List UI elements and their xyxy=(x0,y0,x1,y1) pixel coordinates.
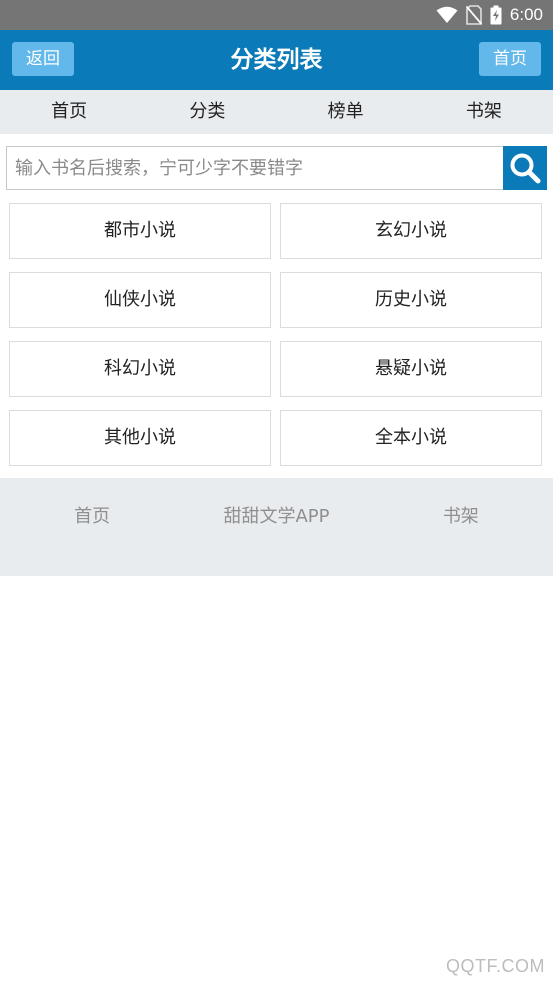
footer-links: 首页 甜甜文学APP 书架 xyxy=(0,502,553,532)
footer: 首页 甜甜文学APP 书架 xyxy=(0,478,553,576)
category-urban[interactable]: 都市小说 xyxy=(9,203,271,259)
no-sim-icon xyxy=(465,5,482,25)
category-complete[interactable]: 全本小说 xyxy=(280,410,542,466)
search-input[interactable] xyxy=(6,146,503,190)
category-mystery[interactable]: 悬疑小说 xyxy=(280,341,542,397)
footer-link-home[interactable]: 首页 xyxy=(0,502,184,532)
app-header: 返回 分类列表 首页 xyxy=(0,30,553,90)
status-time: 6:00 xyxy=(509,5,543,24)
wifi-icon xyxy=(436,6,458,23)
page-title: 分类列表 xyxy=(230,47,323,73)
nav-item-home[interactable]: 首页 xyxy=(0,90,138,134)
category-other[interactable]: 其他小说 xyxy=(9,410,271,466)
nav-item-bookshelf[interactable]: 书架 xyxy=(415,90,553,134)
nav-item-category[interactable]: 分类 xyxy=(138,90,276,134)
status-icons: 6:00 xyxy=(436,4,543,26)
search-bar xyxy=(6,146,547,190)
top-nav: 首页 分类 榜单 书架 xyxy=(0,90,553,134)
category-xianxia[interactable]: 仙侠小说 xyxy=(9,272,271,328)
search-button[interactable] xyxy=(503,146,547,190)
category-history[interactable]: 历史小说 xyxy=(280,272,542,328)
search-icon xyxy=(510,153,541,184)
status-bar: 6:00 xyxy=(0,0,553,30)
category-scifi[interactable]: 科幻小说 xyxy=(9,341,271,397)
category-fantasy[interactable]: 玄幻小说 xyxy=(280,203,542,259)
watermark: QQTF.COM xyxy=(446,956,545,976)
footer-link-bookshelf[interactable]: 书架 xyxy=(369,502,553,532)
battery-charging-icon xyxy=(490,5,502,25)
footer-link-app[interactable]: 甜甜文学APP xyxy=(184,502,368,532)
category-grid: 都市小说 玄幻小说 仙侠小说 历史小说 科幻小说 悬疑小说 其他小说 全本小说 xyxy=(9,203,542,466)
nav-item-ranking[interactable]: 榜单 xyxy=(277,90,415,134)
home-button[interactable]: 首页 xyxy=(479,42,541,76)
